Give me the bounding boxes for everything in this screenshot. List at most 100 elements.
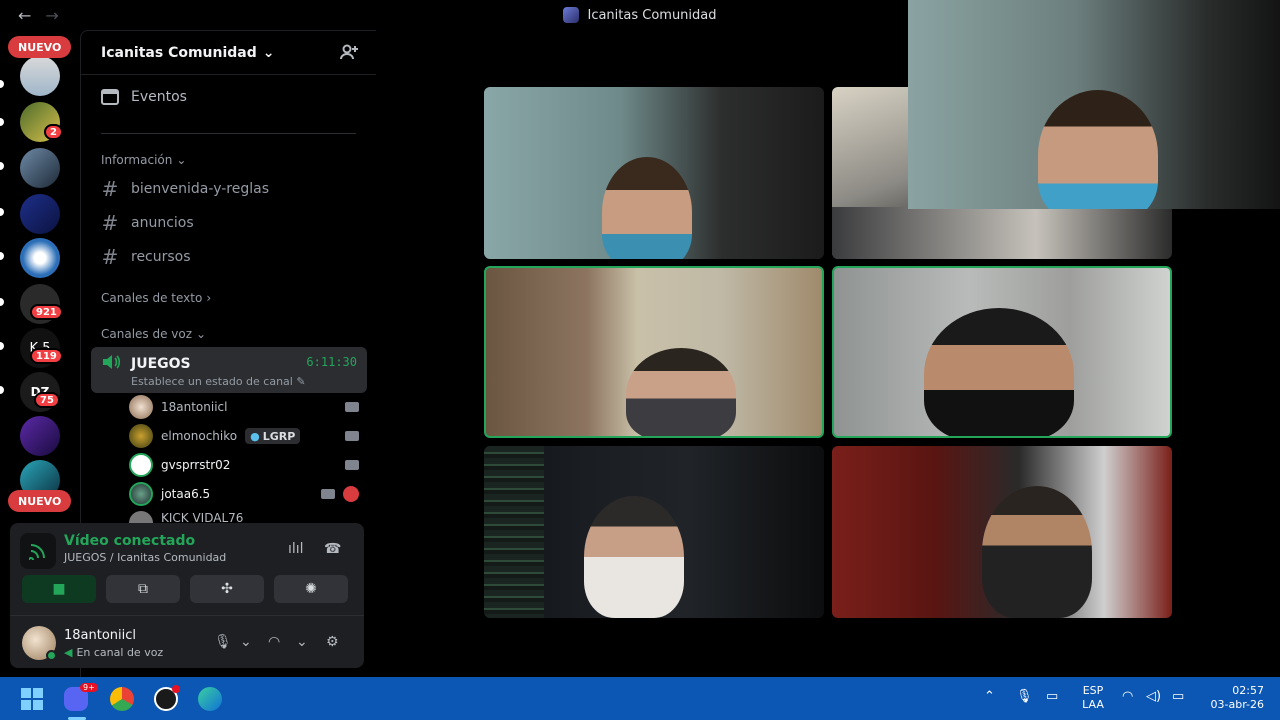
chrome-icon[interactable] [110,687,134,711]
pencil-icon: ✎ [296,375,306,388]
volume-icon[interactable]: ◁) [1146,690,1161,704]
forward-arrow-icon[interactable]: → [45,6,58,25]
recording-dot-icon [172,685,180,693]
channel-label: anuncios [131,215,194,231]
language-indicator[interactable]: ESP LAA [1080,684,1106,712]
divider [101,133,356,134]
connection-status[interactable]: Vídeo conectado [64,533,195,549]
hash-icon: # [101,211,119,235]
language-code: ESP [1082,684,1104,697]
voice-user-panel: Vídeo conectado JUEGOS / Icanitas Comuni… [10,523,364,668]
server-header[interactable]: Icanitas Comunidad ⌄ [81,31,376,75]
voice-member[interactable]: KICK VIDAL76 [129,511,359,523]
microphone-icon[interactable]: 🎙︎ [214,634,232,650]
member-name: gvsprrstr02 [161,458,231,472]
unread-pill [0,80,4,88]
category-voice[interactable]: Canales de voz ⌄ [101,327,206,341]
edge-icon[interactable] [198,687,222,711]
voice-timer: 6:11:30 [306,355,357,369]
flame-icon: ● [250,429,260,443]
video-tile[interactable] [484,266,824,438]
picture-in-picture-video[interactable] [908,0,1280,209]
server-name[interactable]: Icanitas Comunidad ⌄ [101,45,275,61]
avatar [129,482,153,506]
avatar [129,395,153,419]
voice-member[interactable]: 18antoniicl [129,395,359,419]
keyboard-layout: LAA [1082,698,1104,711]
category-text[interactable]: Canales de texto › [101,291,211,305]
windows-start-icon[interactable] [20,687,44,711]
display-tray-icon[interactable]: ▭ [1046,690,1058,704]
category-info[interactable]: Información ⌄ [101,153,186,167]
camera-button[interactable]: ■ [22,575,96,603]
participant-video [584,496,684,618]
server-avatar-1[interactable] [20,56,60,96]
video-tile[interactable] [484,446,824,618]
chat-overlay [484,446,544,618]
soundboard-wave-icon[interactable]: ılıl [288,541,304,557]
channel-status-text: Establece un estado de canal [131,375,293,388]
avatar [129,453,153,477]
headphones-icon[interactable]: ◠ [268,634,280,650]
server-avatar-9[interactable] [20,416,60,456]
battery-icon[interactable]: ▭ [1172,690,1184,704]
connection-signal-icon[interactable] [20,533,56,569]
category-label: Canales de texto [101,291,203,305]
window-title-text: Icanitas Comunidad [587,7,717,23]
invite-user-icon[interactable] [340,43,360,63]
soundboard-button[interactable]: ✺ [274,575,348,603]
chevron-down-icon: ⌄ [262,44,275,61]
channel-anuncios[interactable]: # anuncios [101,211,194,235]
participant-video [982,486,1092,618]
windows-taskbar: 9+ ⌃ 🎙︎ ▭ ESP LAA ◠ ◁) ▭ 02:57 03-abr-26 [0,677,1280,720]
video-tile[interactable] [832,266,1172,438]
channel-recursos[interactable]: # recursos [101,245,191,269]
online-status-icon [46,650,57,661]
video-tile[interactable] [484,87,824,259]
soundboard-icon: ✺ [305,581,317,597]
microphone-tray-icon[interactable]: 🎙︎ [1016,690,1033,704]
camera-icon [345,402,359,412]
mention-count: 2 [44,124,63,140]
category-label: Información [101,153,173,167]
video-tile[interactable] [832,446,1172,618]
screen-share-icon: ⧉ [138,581,148,597]
disconnect-icon[interactable]: ☎ [324,541,341,557]
clock[interactable]: 02:57 03-abr-26 [1200,684,1264,712]
server-icon [563,7,580,23]
camera-icon [345,460,359,470]
channel-label: bienvenida-y-reglas [131,181,269,197]
hash-icon: # [101,245,119,269]
server-avatar-5[interactable] [20,238,60,278]
chevron-up-icon[interactable]: ⌃ [984,690,995,704]
channel-status-input[interactable]: Establece un estado de canal ✎ [131,375,306,388]
unread-pill [0,298,4,306]
nav-arrows: ← → [18,6,59,25]
events-item[interactable]: Eventos [101,89,187,105]
channel-bienvenida[interactable]: # bienvenida-y-reglas [101,177,269,201]
screen-share-button[interactable]: ⧉ [106,575,180,603]
unread-pill [0,208,4,216]
activity-icon [343,486,359,502]
new-badge: NUEVO [8,490,72,512]
clock-time: 02:57 [1232,684,1264,697]
wifi-icon[interactable]: ◠ [1122,690,1133,704]
voice-member[interactable]: gvsprrstr02 [129,453,359,477]
voice-member[interactable]: jotaa6.5 [129,482,359,506]
user-name[interactable]: 18antoniicl [64,628,136,643]
gear-icon[interactable]: ⚙ [326,634,339,650]
participant-video [626,348,736,436]
chevron-down-icon[interactable]: ⌄ [240,634,252,650]
voice-channel-juegos[interactable]: JUEGOS 6:11:30 Establece un estado de ca… [91,347,367,393]
member-name: 18antoniicl [161,400,228,414]
back-arrow-icon[interactable]: ← [18,6,31,25]
server-avatar-4[interactable] [20,194,60,234]
server-avatar-3[interactable] [20,148,60,188]
voice-member[interactable]: elmonochiko ● LGRP [129,424,359,448]
desk-surface [832,207,1172,259]
guild-tag-text: LGRP [262,429,296,443]
chevron-down-icon[interactable]: ⌄ [296,634,308,650]
category-label: Canales de voz [101,327,193,341]
connection-channel[interactable]: JUEGOS / Icanitas Comunidad [64,551,226,564]
activities-button[interactable]: ✣ [190,575,264,603]
